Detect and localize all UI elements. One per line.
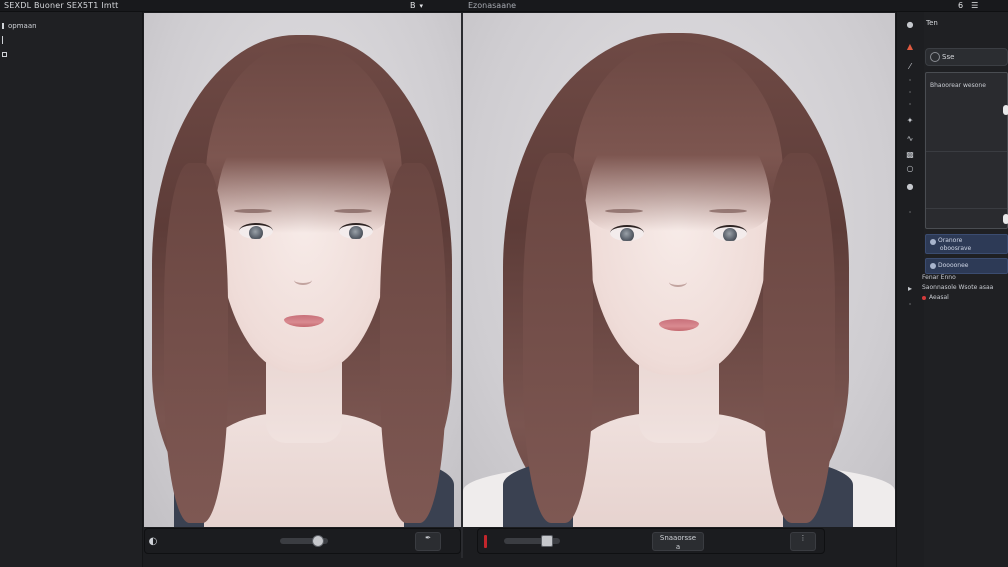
info-icon: [2, 36, 3, 44]
view-tab-controls[interactable]: B ▾: [410, 0, 423, 11]
eyebrow-right: [709, 209, 747, 213]
hair-strand-left: [523, 153, 593, 523]
left-panel-item[interactable]: [2, 52, 7, 57]
compare-button-sub: a: [675, 543, 681, 551]
record-indicator-icon: [484, 535, 487, 548]
eye-left: [239, 223, 273, 239]
red-dot-icon: [922, 295, 926, 300]
eye-left: [610, 225, 644, 241]
info-text-2: Saonnasole Wsote asaa: [922, 284, 994, 291]
info-text-1: Fenar Enno: [922, 274, 956, 281]
option-icon: [930, 263, 936, 269]
option-row-2-label: Doooonee: [938, 262, 969, 269]
properties-panel: Ten Sse Bhaoorear wesone Oranore oboosra…: [922, 12, 1008, 567]
window-title: SEXDL Buoner SEX5T1 Imtt: [4, 1, 119, 10]
mini-icon[interactable]: ·: [905, 300, 915, 310]
eyebrow-left: [234, 209, 272, 213]
eye-right: [713, 225, 747, 241]
curves-box[interactable]: Bhaoorear wesone: [925, 72, 1008, 229]
option-icon: [930, 239, 936, 245]
left-panel-item[interactable]: opmaan: [2, 22, 37, 30]
before-toolbar: ◐ ✒: [144, 528, 461, 554]
zoom-slider[interactable]: [280, 535, 328, 547]
tool-strip: ● ▲ ⁄ · · · ✦ ∿ ▩ ○ ● · ▸ ·: [896, 12, 924, 567]
eyebrow-right: [334, 209, 372, 213]
small-tool-icon[interactable]: ·: [905, 208, 915, 218]
left-panel-label: opmaan: [8, 22, 37, 30]
curves-label: Bhaoorear wesone: [930, 82, 986, 89]
brush-icon[interactable]: ▲: [905, 42, 915, 52]
window-controls[interactable]: 6 ☰: [958, 0, 978, 11]
hair-strand-right: [380, 163, 446, 523]
layers-icon[interactable]: ●: [905, 20, 915, 30]
bold-icon[interactable]: B: [410, 1, 416, 10]
heal-icon[interactable]: ∿: [905, 134, 915, 144]
move-icon[interactable]: ○: [905, 164, 915, 174]
info-text-3-label: Aeasal: [929, 294, 949, 301]
dots-icon: ⋮: [799, 534, 807, 542]
strength-slider[interactable]: [504, 535, 560, 547]
hair-strand-right: [763, 153, 835, 523]
portrait-image-before: [144, 13, 461, 527]
eye-right: [339, 223, 373, 239]
image-pane-before[interactable]: [144, 13, 461, 527]
lasso-icon[interactable]: ✦: [905, 116, 915, 126]
curve-handle[interactable]: [1003, 105, 1008, 115]
grid-line: [926, 208, 1007, 209]
copy-icon[interactable]: ▩: [905, 150, 915, 160]
eraser-icon[interactable]: ·: [905, 76, 915, 86]
title-bar: SEXDL Buoner SEX5T1 Imtt B ▾ Ezonasaane …: [0, 0, 1008, 12]
tab-right-view[interactable]: Ezonasaane: [468, 1, 516, 10]
pencil-icon[interactable]: ⁄: [905, 62, 915, 72]
left-panel: opmaan: [0, 12, 143, 567]
chevron-down-icon[interactable]: ▾: [420, 2, 424, 10]
left-panel-item[interactable]: [2, 36, 3, 44]
preset-field-value: Sse: [942, 53, 955, 61]
dot-icon[interactable]: ·: [905, 100, 915, 110]
grid-line: [926, 151, 1007, 152]
curve-handle[interactable]: [1003, 214, 1008, 224]
portrait-image-after: [463, 13, 895, 527]
window-control-icon-1[interactable]: 6: [958, 1, 963, 10]
after-toolbar: Snaaorsse a ⋮: [477, 528, 825, 554]
compare-button-label: Snaaorsse: [659, 534, 697, 542]
hair-strand-left: [164, 163, 228, 523]
option-row-1-label: Oranore oboosrave: [938, 237, 972, 252]
nose: [294, 275, 312, 285]
circle-icon: [930, 52, 940, 62]
menu-icon[interactable]: ☰: [971, 1, 978, 10]
image-pane-after[interactable]: [463, 13, 895, 527]
pen-icon: ✒: [425, 534, 431, 542]
eyebrow-left: [605, 209, 643, 213]
more-options-button[interactable]: ⋮: [790, 532, 816, 551]
menu-icon: [2, 23, 4, 29]
circle-icon[interactable]: ●: [905, 182, 915, 192]
info-text-3: Aeasal: [922, 294, 949, 301]
compare-button[interactable]: Snaaorsse a: [652, 532, 704, 551]
square-icon: [2, 52, 7, 57]
arrow-icon[interactable]: ▸: [905, 284, 915, 294]
nose: [669, 277, 687, 287]
pen-tool-button[interactable]: ✒: [415, 532, 441, 551]
slider-knob[interactable]: [311, 535, 324, 547]
dot-icon[interactable]: ·: [905, 88, 915, 98]
panel-header: Ten: [926, 19, 938, 27]
toggle-icon[interactable]: ◐: [148, 537, 158, 547]
slider-knob[interactable]: [541, 535, 554, 547]
preset-field[interactable]: Sse: [925, 48, 1008, 66]
option-row-2[interactable]: Doooonee: [925, 258, 1008, 274]
option-row-1[interactable]: Oranore oboosrave: [925, 234, 1008, 254]
